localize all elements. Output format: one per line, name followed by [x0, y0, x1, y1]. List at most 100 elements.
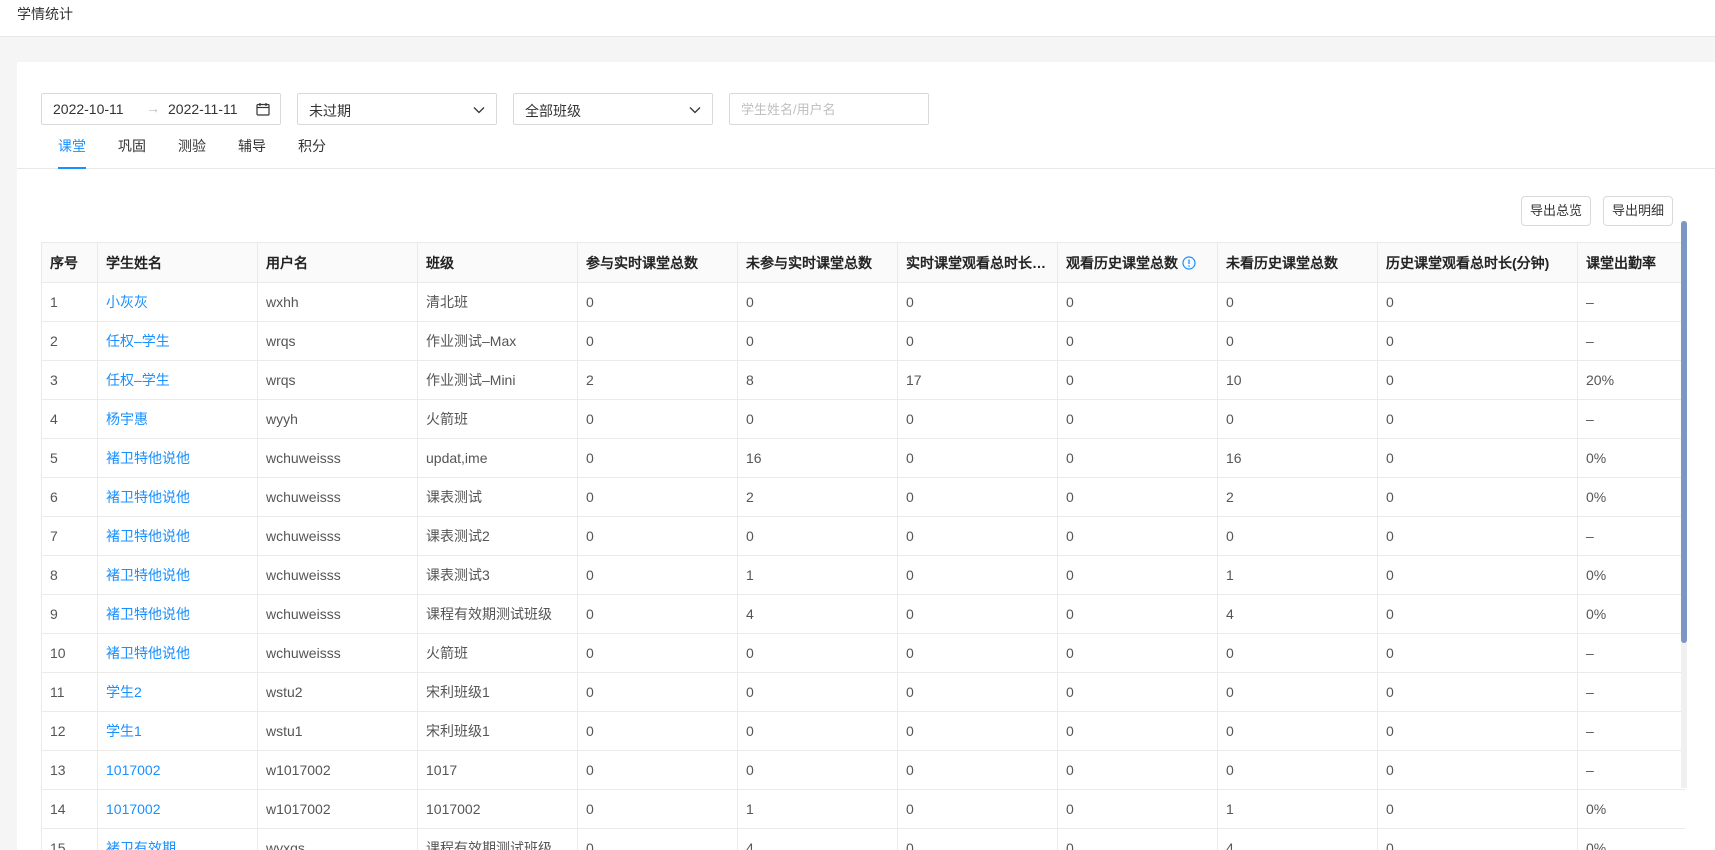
cell-history-watched: 0: [1057, 282, 1218, 322]
cell-class: 作业测试–Mini: [417, 360, 578, 400]
cell-attendance-rate: –: [1577, 750, 1685, 790]
cell-username: wchuweisss: [257, 477, 418, 517]
cell-index: 11: [41, 672, 98, 712]
cell-history-duration: 0: [1377, 360, 1578, 400]
cell-live-missed: 4: [737, 828, 898, 850]
cell-live-duration: 0: [897, 516, 1058, 556]
table-row: 6 褚卫特他说他 wchuweisss 课表测试 0 2 0 0 2 0 0%: [41, 477, 1685, 517]
table-row: 1 小灰灰 wxhh 清北班 0 0 0 0 0 0–: [41, 282, 1685, 322]
cell-live-duration: 17: [897, 360, 1058, 400]
cell-username: wrqs: [257, 321, 418, 361]
tab-consolidate[interactable]: 巩固: [118, 136, 146, 169]
cell-live-duration: 0: [897, 594, 1058, 634]
cell-student-name[interactable]: 1017002: [97, 750, 258, 790]
main-card: 2022-10-11 → 2022-11-11 未过期 全部班级 学生姓名/用户…: [17, 62, 1715, 850]
cell-student-name[interactable]: 任权–学生: [97, 321, 258, 361]
cell-live-missed: 0: [737, 516, 898, 556]
cell-history-watched: 0: [1057, 516, 1218, 556]
cell-student-name[interactable]: 褚卫特他说他: [97, 477, 258, 517]
cell-live-duration: 0: [897, 633, 1058, 673]
cell-live-missed: 2: [737, 477, 898, 517]
cell-attendance-rate: 0%: [1577, 555, 1685, 595]
cell-live-attended: 0: [577, 321, 738, 361]
export-overview-button[interactable]: 导出总览: [1521, 196, 1592, 226]
cell-student-name[interactable]: 褚卫特他说他: [97, 516, 258, 556]
cell-student-name[interactable]: 褚卫特他说他: [97, 594, 258, 634]
col-username: 用户名: [257, 242, 418, 283]
cell-student-name[interactable]: 1017002: [97, 789, 258, 829]
cell-history-duration: 0: [1377, 594, 1578, 634]
table-row: 7 褚卫特他说他 wchuweisss 课表测试2 0 0 0 0 0 0–: [41, 516, 1685, 556]
cell-index: 4: [41, 399, 98, 439]
cell-student-name[interactable]: 学生1: [97, 711, 258, 751]
table-row: 4 杨宇惠 wyyh 火箭班 0 0 0 0 0 0–: [41, 399, 1685, 439]
cell-live-missed: 4: [737, 594, 898, 634]
cell-username: wchuweisss: [257, 516, 418, 556]
cell-live-missed: 0: [737, 672, 898, 712]
table-row: 12 学生1 wstu1 宋利班级1 0 0 0 0 0 0–: [41, 711, 1685, 751]
cell-index: 1: [41, 282, 98, 322]
stats-table: 序号 学生姓名 用户名 班级 参与实时课堂总数 未参与实时课堂总数 实时课堂观看…: [41, 242, 1685, 850]
cell-class: 宋利班级1: [417, 672, 578, 712]
cell-index: 10: [41, 633, 98, 673]
cell-live-attended: 0: [577, 633, 738, 673]
cell-live-attended: 0: [577, 555, 738, 595]
cell-username: w1017002: [257, 750, 418, 790]
cell-history-duration: 0: [1377, 477, 1578, 517]
cell-index: 12: [41, 711, 98, 751]
cell-live-missed: 0: [737, 399, 898, 439]
cell-student-name[interactable]: 褚卫有效期: [97, 828, 258, 850]
tab-points[interactable]: 积分: [298, 136, 326, 169]
cell-live-duration: 0: [897, 321, 1058, 361]
cell-class: 作业测试–Max: [417, 321, 578, 361]
cell-student-name[interactable]: 杨宇惠: [97, 399, 258, 439]
cell-live-duration: 0: [897, 672, 1058, 712]
tab-tutoring[interactable]: 辅导: [238, 136, 266, 169]
cell-live-missed: 8: [737, 360, 898, 400]
cell-class: 1017002: [417, 789, 578, 829]
cell-history-duration: 0: [1377, 516, 1578, 556]
tab-quiz[interactable]: 测验: [178, 136, 206, 169]
cell-live-missed: 16: [737, 438, 898, 478]
cell-history-watched: 0: [1057, 789, 1218, 829]
cell-history-duration: 0: [1377, 711, 1578, 751]
cell-username: wchuweisss: [257, 555, 418, 595]
table-row: 10 褚卫特他说他 wchuweisss 火箭班 0 0 0 0 0 0–: [41, 633, 1685, 673]
cell-history-watched: 0: [1057, 477, 1218, 517]
col-class: 班级: [417, 242, 578, 283]
table-row: 15 褚卫有效期 wyxqs 课程有效期测试班级 0 4 0 0 4 0 0%: [41, 828, 1685, 850]
export-detail-button[interactable]: 导出明细: [1603, 196, 1674, 226]
cell-history-watched: 0: [1057, 672, 1218, 712]
cell-attendance-rate: –: [1577, 321, 1685, 361]
info-icon[interactable]: [1182, 255, 1196, 270]
cell-username: wyxqs: [257, 828, 418, 850]
cell-student-name[interactable]: 学生2: [97, 672, 258, 712]
cell-student-name[interactable]: 褚卫特他说他: [97, 438, 258, 478]
cell-student-name[interactable]: 任权–学生: [97, 360, 258, 400]
cell-class: 课程有效期测试班级: [417, 828, 578, 850]
top-bar: 学情统计: [0, 0, 1715, 37]
cell-index: 6: [41, 477, 98, 517]
cell-live-duration: 0: [897, 789, 1058, 829]
cell-student-name[interactable]: 褚卫特他说他: [97, 555, 258, 595]
cell-history-watched: 0: [1057, 633, 1218, 673]
cell-username: wyyh: [257, 399, 418, 439]
table-scrollbar-thumb[interactable]: [1681, 221, 1687, 643]
col-index: 序号: [41, 242, 98, 283]
cell-student-name[interactable]: 小灰灰: [97, 282, 258, 322]
cell-username: wxhh: [257, 282, 418, 322]
cell-live-missed: 0: [737, 321, 898, 361]
table-row: 5 褚卫特他说他 wchuweisss updat,ime 0 16 0 0 16 0 0%: [41, 438, 1685, 478]
cell-live-missed: 0: [737, 282, 898, 322]
tab-classroom[interactable]: 课堂: [58, 136, 86, 169]
cell-attendance-rate: –: [1577, 672, 1685, 712]
cell-student-name[interactable]: 褚卫特他说他: [97, 633, 258, 673]
cell-live-duration: 0: [897, 438, 1058, 478]
cell-live-missed: 0: [737, 711, 898, 751]
cell-history-duration: 0: [1377, 399, 1578, 439]
table-row: 3 任权–学生 wrqs 作业测试–Mini 2 8 17 0 10 0 20%: [41, 360, 1685, 400]
cell-username: wstu1: [257, 711, 418, 751]
cell-index: 14: [41, 789, 98, 829]
cell-live-attended: 0: [577, 672, 738, 712]
cell-history-unwatched: 0: [1217, 516, 1378, 556]
